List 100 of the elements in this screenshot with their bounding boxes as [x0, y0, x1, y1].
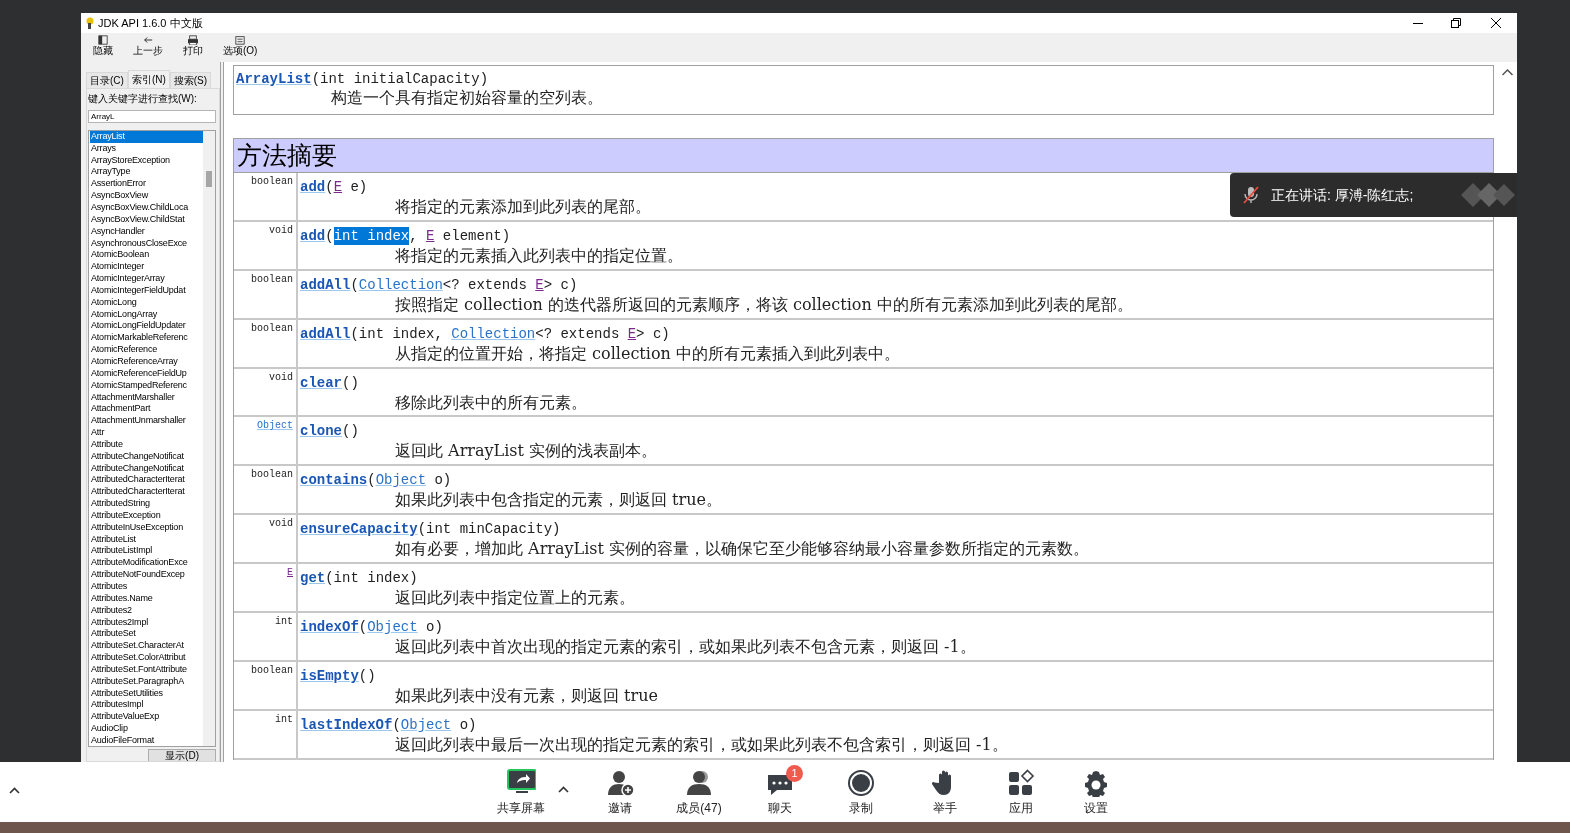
method-link[interactable]: add — [300, 226, 326, 245]
method-link[interactable]: ArrayList — [236, 70, 312, 88]
toolbar-button[interactable]: 邀请 — [588, 769, 652, 815]
method-link[interactable]: indexOf — [300, 618, 359, 636]
description-text: 返回此列表中首次出现的指定元素的索引，或如果此列表不包含元素，则返回 -1。 — [395, 636, 976, 657]
list-item[interactable]: ArrayStoreException — [90, 154, 203, 167]
toolbar-button[interactable]: 录制 — [831, 769, 891, 815]
toolbar-button[interactable]: 隐藏 — [87, 33, 119, 57]
list-item[interactable]: AtomicReferenceArray — [90, 356, 203, 368]
list-item[interactable]: AttributeException — [90, 509, 203, 522]
method-link[interactable]: get — [300, 569, 326, 588]
list-item[interactable]: AttributeSet.FontAttribute — [90, 663, 203, 676]
list-item[interactable]: AttributeChangeNotificat — [90, 450, 203, 463]
list-item[interactable]: AttributeSet.ParagraphA — [90, 675, 203, 688]
list-item[interactable]: AttributesImpl — [90, 699, 203, 712]
method-link[interactable]: addAll — [300, 324, 351, 343]
list-item[interactable]: AttributeSetUtilities — [90, 687, 203, 700]
scrollbar[interactable] — [203, 130, 215, 746]
type-link[interactable]: E — [535, 275, 544, 294]
list-item[interactable]: AttributeValueExp — [90, 711, 203, 724]
list-item[interactable]: AttachmentUnmarshaller — [90, 415, 203, 428]
code-text: (int minCapacity) — [417, 520, 561, 539]
method-link[interactable]: lastIndexOf — [300, 715, 393, 734]
type-link[interactable]: Object — [367, 618, 418, 636]
type-link[interactable]: E — [426, 226, 435, 245]
list-item[interactable]: Attributes — [90, 581, 203, 593]
list-item[interactable]: ArrayList — [90, 130, 203, 143]
list-item[interactable]: AttributeList — [90, 533, 203, 546]
toolbar-button[interactable]: 共享屏幕 — [484, 769, 558, 815]
list-item[interactable]: AttributeListImpl — [90, 545, 203, 558]
list-item[interactable]: ArrayType — [90, 166, 203, 179]
tab[interactable]: 目录(C) — [86, 72, 128, 88]
list-item[interactable]: AtomicIntegerArray — [90, 273, 203, 285]
toolbar-button[interactable]: 上一步 — [127, 33, 169, 57]
type-link[interactable]: Collection — [358, 275, 443, 294]
list-item[interactable]: AtomicLongArray — [90, 308, 203, 321]
toolbar-button[interactable]: 选项(O) — [217, 33, 264, 57]
list-item[interactable]: AsyncHandler — [90, 225, 203, 238]
list-item[interactable]: AtomicLongFieldUpdater — [90, 320, 203, 333]
list-item[interactable]: AtomicStampedReferenc — [90, 379, 203, 392]
list-item[interactable]: AttributeChangeNotificat — [90, 462, 203, 475]
list-item[interactable]: AtomicInteger — [90, 261, 203, 274]
list-item[interactable]: AttributeInUseException — [90, 521, 203, 534]
type-link[interactable]: Object — [375, 471, 427, 490]
type-link[interactable]: Object — [400, 715, 452, 734]
toolbar-button[interactable]: 打印 — [177, 33, 209, 57]
caret-up-icon[interactable] — [558, 786, 569, 793]
list-item[interactable]: AttributeSet.CharacterAt — [90, 640, 203, 653]
list-item[interactable]: AttributeSet — [90, 628, 203, 641]
scroll-up-icon[interactable] — [1501, 69, 1513, 76]
list-item[interactable]: AsyncBoxView — [90, 190, 203, 202]
toolbar-button[interactable]: 举手 — [915, 769, 975, 815]
scrollbar-thumb[interactable] — [206, 170, 212, 187]
method-link[interactable]: ensureCapacity — [300, 520, 418, 539]
list-item[interactable]: AtomicReference — [90, 344, 203, 356]
list-item[interactable]: Attribute — [90, 438, 203, 451]
search-field[interactable]: ArrayL — [88, 110, 216, 123]
list-item[interactable]: AttributeSet.ColorAttribut — [90, 652, 203, 664]
list-item[interactable]: AtomicLong — [90, 296, 203, 309]
type-link[interactable]: E — [287, 567, 293, 580]
method-link[interactable]: contains — [300, 471, 368, 490]
list-item[interactable]: Attributes2Impl — [90, 616, 203, 629]
list-item[interactable]: AudioFileFormat — [90, 735, 203, 746]
list-item[interactable]: Attributes2 — [90, 604, 203, 617]
method-link[interactable]: add — [300, 178, 326, 196]
list-item[interactable]: AttributedCharacterIterat — [90, 486, 203, 499]
list-item[interactable]: AttributedString — [90, 498, 203, 510]
list-item[interactable]: AttachmentMarshaller — [90, 391, 203, 404]
list-item[interactable]: AudioClip — [90, 723, 203, 735]
method-link[interactable]: clear — [300, 373, 342, 392]
type-link[interactable]: E — [627, 324, 637, 343]
list-item[interactable]: AttributeNotFoundExcep — [90, 569, 203, 581]
list-item[interactable]: AtomicIntegerFieldUpdat — [90, 284, 203, 297]
toolbar-button[interactable]: 成员(47) — [662, 769, 736, 815]
type-link[interactable]: Object — [257, 420, 293, 433]
tab[interactable]: 搜索(S) — [169, 72, 212, 88]
method-link[interactable]: isEmpty — [300, 666, 359, 685]
type-link[interactable]: Collection — [451, 324, 536, 343]
list-item[interactable]: AtomicReferenceFieldUp — [90, 367, 203, 380]
tab[interactable]: 索引(N) — [127, 70, 170, 88]
list-item[interactable]: Attr — [90, 427, 203, 439]
method-link[interactable]: addAll — [300, 275, 351, 294]
list-item[interactable]: AtomicMarkableReferenc — [90, 332, 203, 345]
list-item[interactable]: AttachmentPart — [90, 403, 203, 416]
caret-up-icon[interactable] — [9, 787, 20, 794]
toolbar-button[interactable]: 应用 — [991, 769, 1051, 815]
list-item[interactable]: AtomicBoolean — [90, 249, 203, 262]
list-item[interactable]: Arrays — [90, 142, 203, 155]
list-item[interactable]: AsynchronousCloseExce — [90, 237, 203, 250]
list-item[interactable]: Attributes.Name — [90, 592, 203, 605]
show-button[interactable]: 显示(D) — [148, 749, 216, 761]
list-item[interactable]: AsyncBoxView.ChildLoca — [90, 202, 203, 214]
method-link[interactable]: clone — [300, 422, 342, 441]
list-item[interactable]: AttributedCharacterIterat — [90, 474, 203, 487]
list-item[interactable]: AssertionError — [90, 178, 203, 191]
back-arrow-icon — [142, 35, 154, 45]
type-link[interactable]: E — [333, 178, 343, 196]
toolbar-button[interactable]: 设置 — [1066, 769, 1126, 815]
list-item[interactable]: AsyncBoxView.ChildStat — [90, 213, 203, 226]
list-item[interactable]: AttributeModificationExce — [90, 557, 203, 570]
